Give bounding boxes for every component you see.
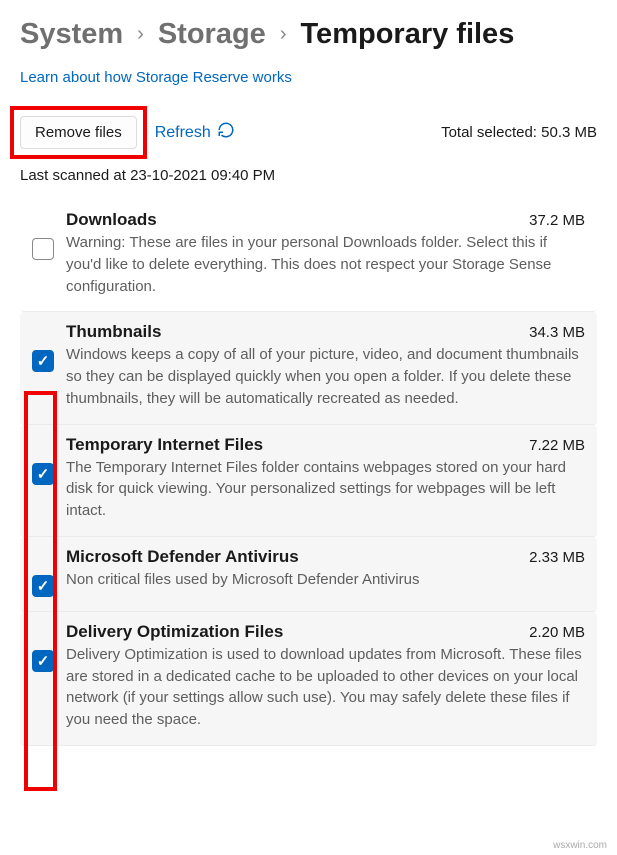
item-size: 2.33 MB [529,549,585,566]
breadcrumb-system[interactable]: System [20,18,123,51]
actions-row: Remove files Refresh Total selected: 50.… [20,116,597,149]
item-title: Downloads [66,210,157,230]
list-item[interactable]: Thumbnails 34.3 MB Windows keeps a copy … [20,312,597,424]
checkbox-temp-internet[interactable] [32,463,54,485]
item-desc: Non critical files used by Microsoft Def… [66,569,585,591]
item-body: Microsoft Defender Antivirus 2.33 MB Non… [66,547,585,591]
item-size: 37.2 MB [529,212,585,229]
item-title: Thumbnails [66,322,161,342]
page-title: Temporary files [301,18,515,51]
item-desc: Delivery Optimization is used to downloa… [66,644,585,731]
file-category-list: Downloads 37.2 MB Warning: These are fil… [20,200,597,746]
list-item[interactable]: Downloads 37.2 MB Warning: These are fil… [20,200,597,312]
checkbox-thumbnails[interactable] [32,350,54,372]
item-size: 2.20 MB [529,624,585,641]
list-item[interactable]: Temporary Internet Files 7.22 MB The Tem… [20,425,597,537]
chevron-right-icon: › [280,23,287,46]
refresh-label: Refresh [155,124,211,142]
remove-files-button[interactable]: Remove files [20,116,137,149]
item-title: Temporary Internet Files [66,435,263,455]
item-desc: Windows keeps a copy of all of your pict… [66,344,585,409]
learn-storage-reserve-link[interactable]: Learn about how Storage Reserve works [20,69,597,86]
chevron-right-icon: › [137,23,144,46]
breadcrumb: System › Storage › Temporary files [20,18,597,51]
item-body: Delivery Optimization Files 2.20 MB Deli… [66,622,585,731]
total-selected-label: Total selected: 50.3 MB [441,124,597,141]
checkbox-downloads[interactable] [32,238,54,260]
item-title: Microsoft Defender Antivirus [66,547,299,567]
item-body: Thumbnails 34.3 MB Windows keeps a copy … [66,322,585,409]
item-desc: The Temporary Internet Files folder cont… [66,457,585,522]
refresh-button[interactable]: Refresh [155,121,235,144]
last-scanned-label: Last scanned at 23-10-2021 09:40 PM [20,167,597,184]
item-body: Temporary Internet Files 7.22 MB The Tem… [66,435,585,522]
checkbox-defender[interactable] [32,575,54,597]
breadcrumb-storage[interactable]: Storage [158,18,266,51]
item-title: Delivery Optimization Files [66,622,283,642]
watermark: wsxwin.com [553,840,607,851]
refresh-icon [217,121,235,144]
item-size: 34.3 MB [529,324,585,341]
checkbox-delivery-opt[interactable] [32,650,54,672]
item-body: Downloads 37.2 MB Warning: These are fil… [66,210,585,297]
item-desc: Warning: These are files in your persona… [66,232,585,297]
list-item[interactable]: Delivery Optimization Files 2.20 MB Deli… [20,612,597,746]
item-size: 7.22 MB [529,437,585,454]
list-item[interactable]: Microsoft Defender Antivirus 2.33 MB Non… [20,537,597,612]
